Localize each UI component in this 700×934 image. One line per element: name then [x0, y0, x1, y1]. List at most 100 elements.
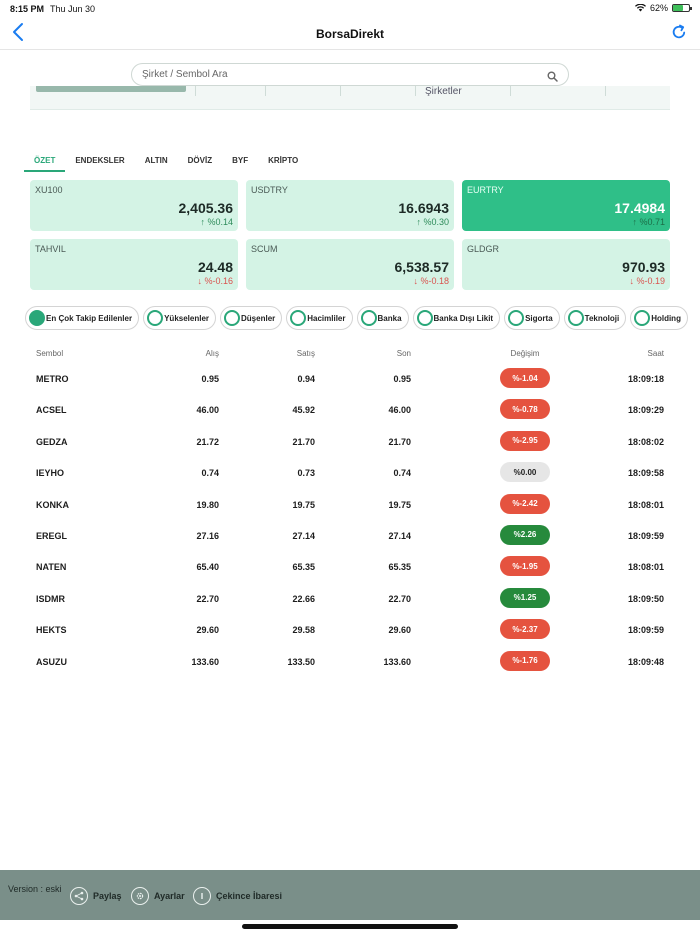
banner-logo	[36, 86, 186, 92]
filter-teknoloji[interactable]: Teknoloji	[563, 306, 627, 330]
cell-ask: 45.92	[292, 405, 315, 416]
card-symbol: TAHVIL	[35, 244, 66, 254]
change-badge[interactable]: %-2.95	[500, 430, 550, 451]
nav-bar: BorsaDirekt	[0, 18, 700, 50]
tab-ozet[interactable]: ÖZET	[24, 150, 66, 172]
cell-last: 27.14	[388, 530, 411, 541]
summary-card-gldgr[interactable]: GLDGR 970.93 ↓ %-0.19	[462, 239, 670, 290]
filter-hacimliler[interactable]: Hacimliler	[286, 306, 353, 330]
filter-sigorta[interactable]: Sigorta	[504, 306, 560, 330]
info-icon	[193, 887, 211, 905]
share-label: Paylaş	[93, 891, 122, 901]
cell-last: 65.35	[388, 562, 411, 573]
table-row[interactable]: ISDMR 22.70 22.66 22.70 18:09:50 %1.25	[0, 583, 700, 614]
cell-symbol: NATEN	[36, 562, 67, 573]
share-button[interactable]: Paylaş	[70, 887, 122, 905]
banner-divider	[195, 86, 196, 96]
card-value: 970.93	[622, 259, 665, 275]
tab-endeksler[interactable]: ENDEKSLER	[65, 150, 134, 172]
card-symbol: XU100	[35, 185, 63, 195]
cell-symbol: ASUZU	[36, 656, 67, 667]
cell-bid: 133.60	[191, 656, 219, 667]
cell-ask: 29.58	[292, 625, 315, 636]
header-ask[interactable]: Satış	[297, 349, 315, 358]
cell-time: 18:09:59	[627, 625, 664, 636]
summary-card-usdtry[interactable]: USDTRY 16.6943 ↑ %0.30	[246, 180, 454, 231]
change-badge[interactable]: %-1.95	[500, 556, 550, 577]
card-change: ↓ %-0.19	[629, 276, 665, 286]
card-symbol: USDTRY	[251, 185, 288, 195]
status-bar: 8:15 PM Thu Jun 30 62%	[0, 0, 700, 18]
filter-banka[interactable]: Banka	[356, 306, 409, 330]
change-badge[interactable]: %-1.04	[500, 368, 550, 388]
change-badge[interactable]: %-1.76	[500, 650, 550, 671]
card-change: ↓ %-0.16	[197, 276, 233, 286]
table-row[interactable]: IEYHO 0.74 0.73 0.74 18:09:58 %0.00	[0, 457, 700, 488]
banner[interactable]: Şirketler	[30, 86, 670, 110]
filter-banka-disi-likit[interactable]: Banka Dışı Likit	[412, 306, 501, 330]
banner-divider	[340, 86, 341, 96]
refresh-icon[interactable]	[671, 24, 687, 40]
tab-byf[interactable]: BYF	[222, 150, 258, 172]
battery-icon	[672, 4, 692, 12]
settings-button[interactable]: Ayarlar	[131, 887, 185, 905]
table-row[interactable]: NATEN 65.40 65.35 65.35 18:08:01 %-1.95	[0, 551, 700, 582]
card-symbol: SCUM	[251, 244, 278, 254]
header-symbol[interactable]: Sembol	[36, 349, 63, 358]
card-symbol: GLDGR	[467, 244, 500, 254]
header-bid[interactable]: Alış	[206, 349, 219, 358]
disclaimer-button[interactable]: Çekince İbaresi	[193, 887, 282, 905]
cell-last: 0.74	[393, 468, 411, 479]
cell-last: 46.00	[388, 405, 411, 416]
summary-card-tahvil[interactable]: TAHVIL 24.48 ↓ %-0.16	[30, 239, 238, 290]
header-last[interactable]: Son	[397, 349, 411, 358]
banner-divider	[510, 86, 511, 96]
radio-icon	[29, 310, 45, 326]
header-time[interactable]: Saat	[648, 349, 664, 358]
wifi-icon	[634, 4, 646, 12]
cell-time: 18:08:01	[627, 562, 664, 573]
cell-ask: 19.75	[292, 499, 315, 510]
status-right: 62%	[634, 3, 692, 13]
search-icon[interactable]	[547, 69, 558, 82]
tab-altin[interactable]: ALTIN	[135, 150, 178, 172]
table-row[interactable]: HEKTS 29.60 29.58 29.60 18:09:59 %-2.37	[0, 614, 700, 645]
tab-kripto[interactable]: KRİPTO	[258, 150, 308, 172]
cell-symbol: METRO	[36, 374, 69, 384]
table-row[interactable]: KONKA 19.80 19.75 19.75 18:08:01 %-2.42	[0, 489, 700, 520]
battery-percent: 62%	[649, 3, 668, 13]
table-row[interactable]: EREGL 27.16 27.14 27.14 18:09:59 %2.26	[0, 520, 700, 551]
cell-bid: 46.00	[196, 405, 219, 416]
change-badge[interactable]: %1.25	[500, 587, 550, 608]
cell-bid: 22.70	[196, 593, 219, 604]
cell-symbol: IEYHO	[36, 468, 65, 479]
filter-holding[interactable]: Holding	[630, 306, 688, 330]
change-badge[interactable]: %-2.37	[500, 619, 550, 640]
filter-en-cok-takip[interactable]: En Çok Takip Edilenler	[25, 306, 140, 330]
cell-bid: 27.16	[196, 530, 219, 541]
summary-card-eurtry[interactable]: EURTRY 17.4984 ↑ %0.71	[462, 180, 670, 231]
filter-yukselenler[interactable]: Yükselenler	[143, 306, 217, 330]
change-badge[interactable]: %0.00	[500, 462, 550, 483]
change-badge[interactable]: %2.26	[500, 524, 550, 545]
header-change[interactable]: Değişim	[500, 349, 550, 358]
banner-divider	[605, 86, 606, 96]
search-input[interactable]	[132, 64, 522, 85]
change-badge[interactable]: %-2.42	[500, 493, 550, 514]
summary-card-scum[interactable]: SCUM 6,538.57 ↓ %-0.18	[246, 239, 454, 290]
filter-dusenler[interactable]: Düşenler	[220, 306, 283, 330]
cell-ask: 27.14	[292, 530, 315, 541]
table-row[interactable]: ACSEL 46.00 45.92 46.00 18:09:29 %-0.78	[0, 394, 700, 425]
table-row[interactable]: GEDZA 21.72 21.70 21.70 18:08:02 %-2.95	[0, 426, 700, 457]
table-row[interactable]: ASUZU 133.60 133.50 133.60 18:09:48 %-1.76	[0, 646, 700, 677]
table-row[interactable]: METRO 0.95 0.94 0.95 18:09:18 %-1.04	[0, 363, 700, 394]
cell-last: 19.75	[388, 499, 411, 510]
summary-cards: XU100 2,405.36 ↑ %0.14 USDTRY 16.6943 ↑ …	[30, 180, 670, 290]
cell-bid: 0.95	[201, 374, 219, 384]
change-badge[interactable]: %-0.78	[500, 399, 550, 420]
tab-doviz[interactable]: DÖVİZ	[178, 150, 222, 172]
cell-time: 18:08:01	[627, 499, 664, 510]
filter-chips: En Çok Takip Edilenler Yükselenler Düşen…	[25, 306, 688, 330]
radio-icon	[567, 310, 584, 326]
summary-card-xu100[interactable]: XU100 2,405.36 ↑ %0.14	[30, 180, 238, 231]
